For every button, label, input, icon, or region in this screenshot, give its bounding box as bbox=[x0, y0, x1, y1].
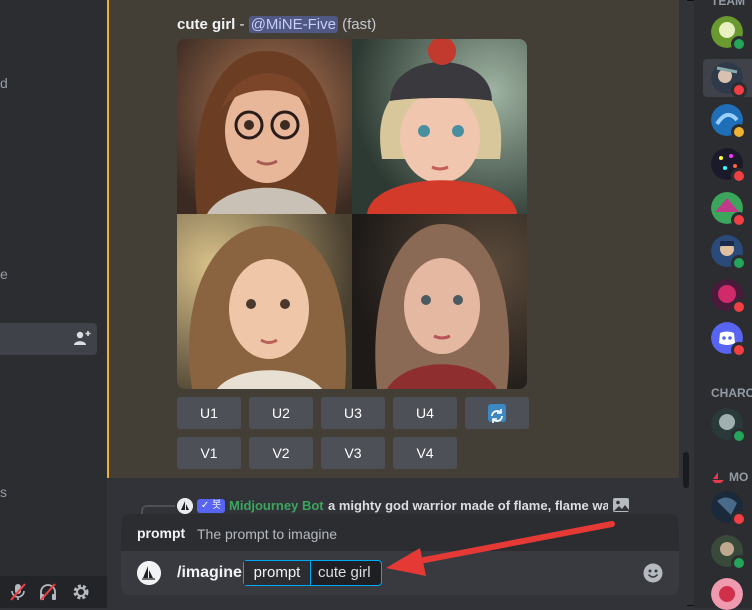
status-dnd-icon bbox=[731, 342, 747, 358]
member-category-header: TEAM bbox=[711, 0, 745, 8]
status-dnd-icon bbox=[731, 299, 747, 315]
reply-text[interactable]: a mighty god warrior made of flame, flam… bbox=[328, 498, 608, 513]
member-category-header: CHARC bbox=[711, 386, 752, 400]
status-dnd-icon bbox=[731, 168, 747, 184]
status-mobile-icon bbox=[731, 255, 747, 271]
generated-image-2[interactable] bbox=[352, 39, 527, 214]
channel-label-fragment[interactable]: d bbox=[0, 75, 8, 91]
mute-mic-icon[interactable] bbox=[8, 582, 28, 602]
image-grid[interactable] bbox=[177, 39, 527, 389]
mention-highlight-bar bbox=[107, 0, 109, 478]
option-name[interactable]: prompt bbox=[137, 525, 185, 541]
option-description: The prompt to imagine bbox=[197, 526, 338, 542]
upscale-1-button[interactable]: U1 bbox=[177, 397, 241, 429]
add-member-icon[interactable] bbox=[73, 330, 91, 346]
status-dnd-icon bbox=[731, 82, 747, 98]
variation-3-button[interactable]: V3 bbox=[321, 437, 385, 469]
deafen-icon[interactable] bbox=[38, 582, 58, 602]
annotation-arrow bbox=[386, 521, 615, 576]
option-chip-value[interactable]: cute girl bbox=[318, 561, 371, 585]
boat-icon bbox=[712, 472, 724, 483]
bot-badge: ✓ 봇 bbox=[197, 499, 225, 513]
channel-label-fragment[interactable]: e bbox=[0, 266, 8, 282]
refresh-icon bbox=[488, 404, 506, 423]
option-chip-name[interactable]: prompt bbox=[244, 561, 311, 585]
image-attachment-icon bbox=[613, 498, 629, 512]
user-mention[interactable]: @MiNE-Five bbox=[248, 16, 338, 33]
member-category-header: MO bbox=[729, 470, 749, 484]
variation-2-button[interactable]: V2 bbox=[249, 437, 313, 469]
message-header: cute girl - @MiNE-Five (fast) bbox=[177, 16, 376, 33]
status-online-icon bbox=[731, 36, 747, 52]
command-option-chip[interactable]: prompt cute girl bbox=[243, 560, 382, 586]
status-mobile-icon bbox=[731, 555, 747, 571]
upscale-4-button[interactable]: U4 bbox=[393, 397, 457, 429]
variation-1-button[interactable]: V1 bbox=[177, 437, 241, 469]
message-mode: (fast) bbox=[342, 16, 377, 33]
upscale-2-button[interactable]: U2 bbox=[249, 397, 313, 429]
slash-command[interactable]: /imagine bbox=[177, 564, 242, 582]
member-avatar[interactable] bbox=[711, 578, 743, 610]
midjourney-avatar[interactable] bbox=[177, 498, 193, 514]
generated-image-3[interactable] bbox=[177, 214, 352, 389]
status-online-icon bbox=[731, 428, 747, 444]
emoji-picker-icon[interactable] bbox=[643, 563, 663, 583]
message-prompt: cute girl bbox=[177, 16, 236, 33]
reroll-button[interactable] bbox=[465, 397, 529, 429]
command-app-icon bbox=[137, 561, 161, 585]
message-separator: - bbox=[235, 16, 249, 33]
upscale-3-button[interactable]: U3 bbox=[321, 397, 385, 429]
chat-scrollbar[interactable] bbox=[683, 452, 689, 488]
channel-label-fragment[interactable]: s bbox=[0, 484, 7, 500]
status-dnd-icon bbox=[731, 212, 747, 228]
channel-sidebar: d e s bbox=[0, 0, 107, 608]
settings-gear-icon[interactable] bbox=[71, 582, 91, 602]
generated-image-1[interactable] bbox=[177, 39, 352, 214]
reply-author[interactable]: Midjourney Bot bbox=[229, 498, 324, 513]
variation-4-button[interactable]: V4 bbox=[393, 437, 457, 469]
status-idle-icon bbox=[731, 124, 747, 140]
generated-image-4[interactable] bbox=[352, 214, 527, 389]
status-dnd-icon bbox=[731, 511, 747, 527]
